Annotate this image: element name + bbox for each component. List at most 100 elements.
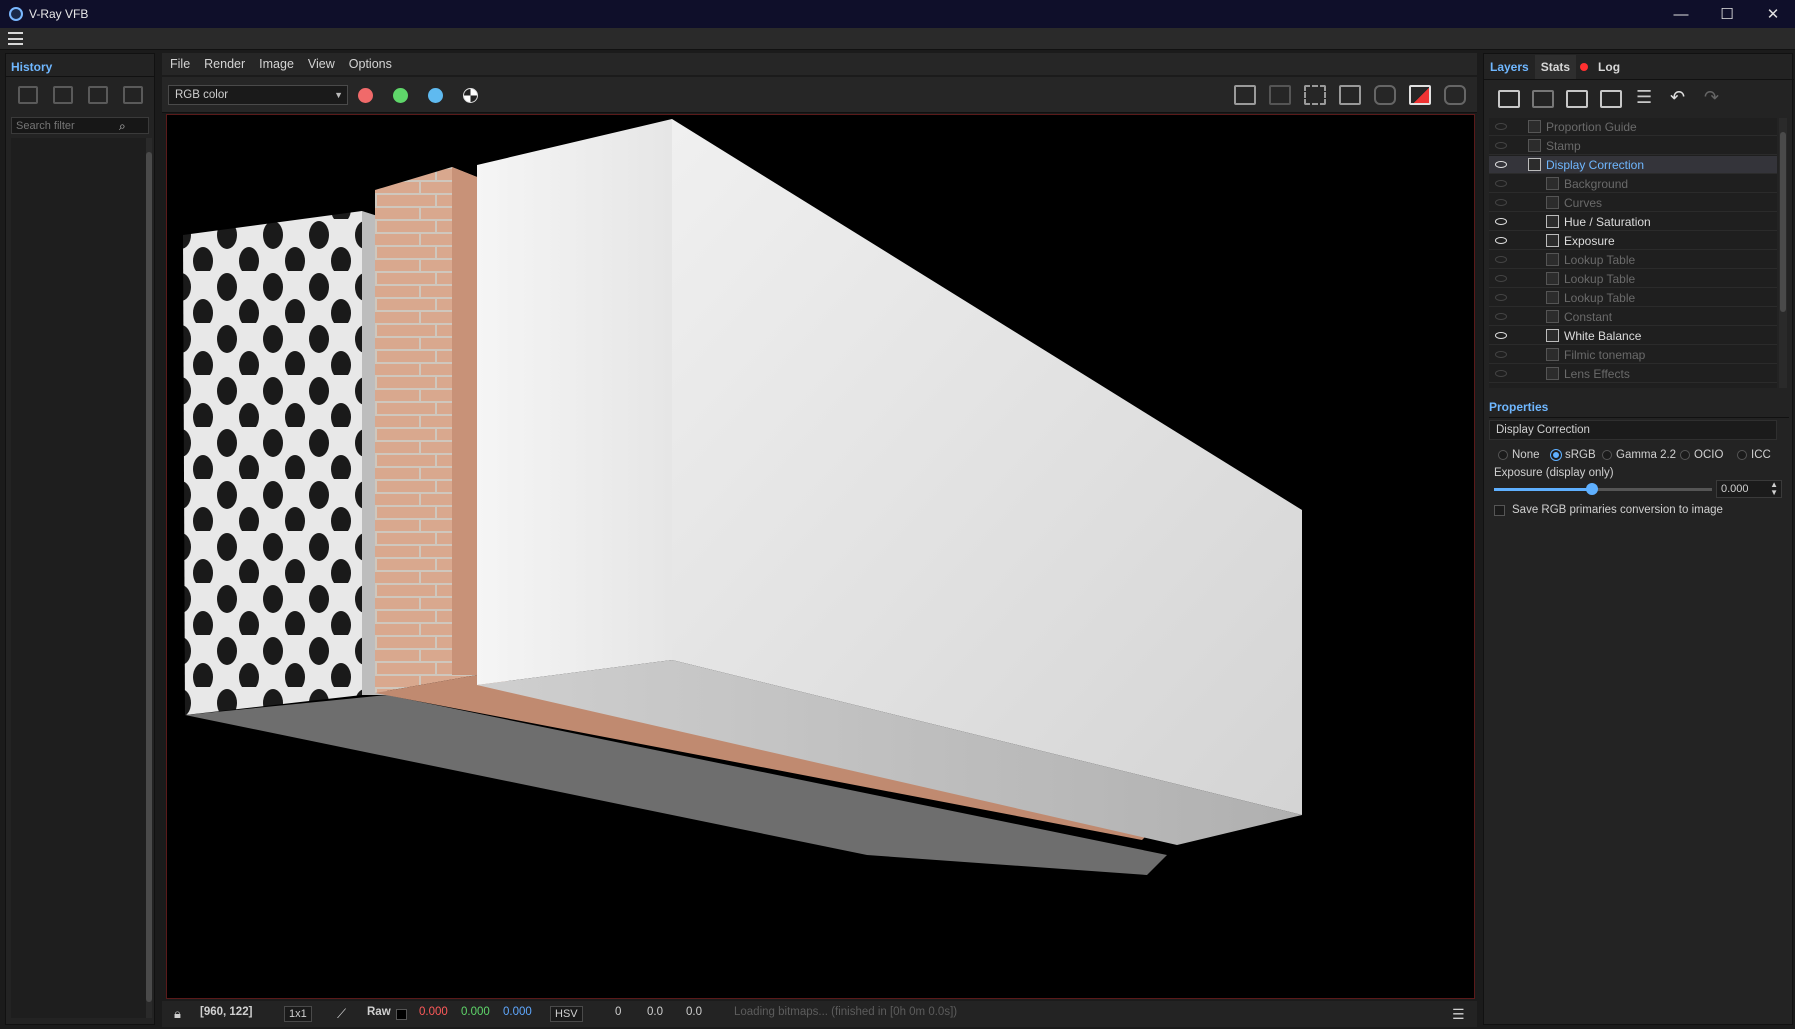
history-remove-icon[interactable] (123, 86, 143, 104)
eye-off-icon[interactable] (1495, 123, 1507, 130)
eye-off-icon[interactable] (1495, 370, 1507, 377)
eye-off-icon[interactable] (1495, 256, 1507, 263)
render-icon[interactable] (1444, 85, 1466, 105)
colorspace-select[interactable]: HSV (550, 1006, 583, 1022)
chevron-down-icon: ▼ (334, 90, 343, 100)
radio-ocio[interactable]: OCIO (1680, 449, 1723, 461)
right-tabs: Layers Stats Log (1484, 54, 1794, 80)
layer-name: Curves (1564, 195, 1603, 210)
tab-history[interactable]: History (11, 60, 52, 74)
history-save-icon[interactable] (18, 86, 38, 104)
layers-scrollbar[interactable] (1779, 118, 1787, 388)
history-list[interactable] (11, 138, 149, 1018)
pick-pixel-icon[interactable]: ⟋ (337, 1006, 346, 1022)
maximize-button[interactable]: ☐ (1704, 0, 1750, 28)
render-viewport[interactable] (166, 114, 1475, 999)
menu-view[interactable]: View (300, 57, 341, 71)
eye-off-icon[interactable] (1495, 275, 1507, 282)
menu-image[interactable]: Image (251, 57, 300, 71)
layer-row[interactable]: Hue / Saturation (1489, 213, 1777, 231)
eye-off-icon[interactable] (1495, 180, 1507, 187)
channel-select-value: RGB color (175, 89, 229, 101)
render-interactive-icon[interactable] (1374, 85, 1396, 105)
search-icon[interactable]: ⌕ (119, 119, 126, 134)
menu-render[interactable]: Render (196, 57, 251, 71)
eye-off-icon[interactable] (1495, 199, 1507, 206)
history-scrollbar[interactable] (146, 138, 152, 1018)
layer-row[interactable]: Proportion Guide (1489, 118, 1777, 136)
layers-list: Proportion Guide Stamp Display Correction B… (1489, 118, 1777, 388)
tab-log[interactable]: Log (1592, 60, 1626, 74)
tab-layers[interactable]: Layers (1484, 60, 1535, 74)
menu-options[interactable]: Options (341, 57, 398, 71)
add-layer-icon[interactable] (1498, 90, 1520, 108)
layer-row[interactable]: Lookup Table (1489, 270, 1777, 288)
layer-presets-icon[interactable]: ☰ (1636, 88, 1658, 108)
checkbox-box[interactable] (1494, 504, 1505, 516)
close-button[interactable]: ✕ (1750, 0, 1795, 28)
minimize-button[interactable]: — (1658, 0, 1704, 28)
radio-srgb[interactable]: sRGB (1551, 449, 1596, 461)
blue-channel-button[interactable] (428, 88, 443, 103)
layer-row[interactable]: Exposure (1489, 232, 1777, 250)
layer-name: Hue / Saturation (1564, 214, 1651, 229)
layer-row[interactable]: Constant (1489, 308, 1777, 326)
layer-type-icon (1546, 215, 1559, 228)
tab-stats[interactable]: Stats (1534, 54, 1577, 79)
save-image-icon[interactable] (1234, 85, 1256, 105)
eye-off-icon[interactable] (1495, 313, 1507, 320)
radio-gamma[interactable]: Gamma 2.2 (1602, 449, 1676, 461)
history-ab-compare-icon[interactable] (53, 86, 73, 104)
history-load-icon[interactable] (88, 86, 108, 104)
layer-row[interactable]: Display Correction (1489, 156, 1777, 174)
layer-row[interactable]: Lookup Table (1489, 289, 1777, 307)
load-layer-tree-icon[interactable] (1600, 90, 1622, 108)
eye-icon[interactable] (1495, 332, 1507, 339)
properties-header: Properties (1489, 396, 1789, 418)
exposure-slider-handle[interactable] (1586, 483, 1599, 495)
region-render-icon[interactable] (1304, 85, 1326, 105)
exposure-value-input[interactable]: 0.000 ▲ ▼ (1716, 480, 1782, 498)
save-rgb-primaries-checkbox[interactable]: Save RGB primaries conversion to image (1494, 504, 1723, 516)
layer-row[interactable]: Filmic tonemap (1489, 346, 1777, 364)
stop-render-icon[interactable] (1409, 85, 1431, 105)
layer-row[interactable]: White Balance (1489, 327, 1777, 345)
toggle-panel-icon[interactable] (1339, 85, 1361, 105)
status-bar: 🔒︎ [960, 122] 1x1 ⟋ Raw 0.000 0.000 0.00… (162, 1001, 1477, 1027)
redo-icon[interactable]: ↷ (1704, 88, 1726, 108)
eye-off-icon[interactable] (1495, 294, 1507, 301)
layer-name: Filmic tonemap (1564, 347, 1646, 362)
lock-icon[interactable]: 🔒︎ (174, 1006, 181, 1022)
alpha-channel-icon[interactable] (463, 88, 478, 103)
layer-row[interactable]: Stamp (1489, 137, 1777, 155)
channel-select[interactable]: RGB color ▼ (168, 85, 348, 105)
radio-icc[interactable]: ICC (1737, 449, 1771, 461)
eye-off-icon[interactable] (1495, 142, 1507, 149)
layer-row[interactable]: Background (1489, 175, 1777, 193)
menu-bar: File Render Image View Options (162, 53, 1477, 75)
red-channel-button[interactable] (358, 88, 373, 103)
undo-icon[interactable]: ↶ (1670, 88, 1692, 108)
save-rgb-primaries-label: Save RGB primaries conversion to image (1512, 504, 1723, 516)
hamburger-menu-icon[interactable] (8, 32, 23, 45)
insulation-block-front (477, 119, 672, 685)
eye-icon[interactable] (1495, 237, 1507, 244)
layer-type-icon (1546, 367, 1559, 380)
clear-image-icon[interactable] (1269, 85, 1291, 105)
layer-row[interactable]: Lookup Table (1489, 251, 1777, 269)
history-search-input[interactable] (11, 117, 149, 134)
menu-file[interactable]: File (162, 57, 196, 71)
radio-none[interactable]: None (1498, 449, 1540, 461)
eye-icon[interactable] (1495, 161, 1507, 168)
zoom-select[interactable]: 1x1 (284, 1006, 312, 1022)
layer-row[interactable]: Lens Effects (1489, 365, 1777, 383)
log-toggle-icon[interactable]: ☰ (1452, 1006, 1465, 1023)
eye-off-icon[interactable] (1495, 351, 1507, 358)
green-channel-button[interactable] (393, 88, 408, 103)
eye-icon[interactable] (1495, 218, 1507, 225)
layer-row[interactable]: Curves (1489, 194, 1777, 212)
delete-layer-icon[interactable] (1532, 90, 1554, 108)
spinner-icon[interactable]: ▲ ▼ (1770, 481, 1778, 497)
save-layer-tree-icon[interactable] (1566, 90, 1588, 108)
pixel-green-value: 0.000 (461, 1006, 490, 1018)
